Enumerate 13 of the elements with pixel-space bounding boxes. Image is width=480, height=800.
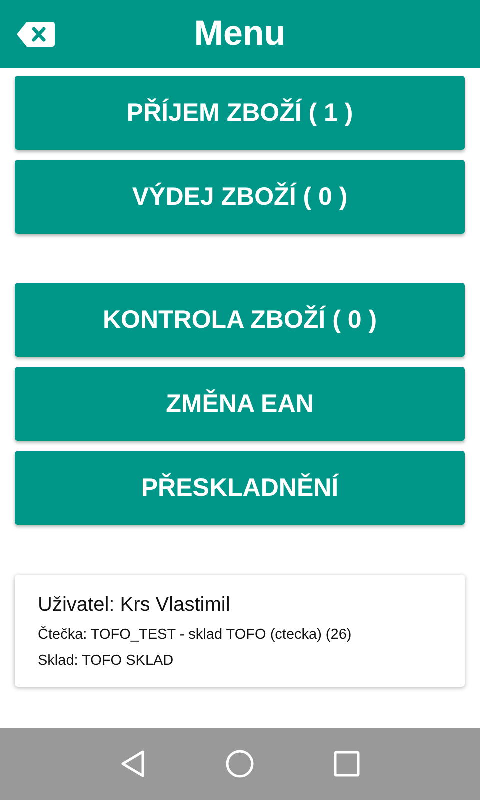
menu-button[interactable]: ZMĚNA EAN — [15, 367, 465, 441]
screen-title: Menu — [194, 14, 286, 54]
menu-button[interactable]: PŘÍJEM ZBOŽÍ ( 1 ) — [15, 76, 465, 150]
menu-button[interactable]: PŘESKLADNĚNÍ — [15, 451, 465, 525]
home-icon[interactable] — [224, 749, 255, 779]
reader-text: Čtečka: TOFO_TEST - sklad TOFO (ctecka) (26) — [38, 627, 353, 643]
back-icon[interactable] — [120, 749, 146, 779]
backspace-icon[interactable] — [17, 22, 55, 47]
menu-button[interactable]: VÝDEJ ZBOŽÍ ( 0 ) — [15, 160, 465, 234]
user-text: Uživatel: Krs Vlastimil — [38, 594, 232, 617]
menu-button[interactable]: KONTROLA ZBOŽÍ ( 0 ) — [15, 283, 465, 357]
warehouse-text: Sklad: TOFO SKLAD — [38, 653, 175, 669]
recents-icon[interactable] — [334, 751, 360, 777]
